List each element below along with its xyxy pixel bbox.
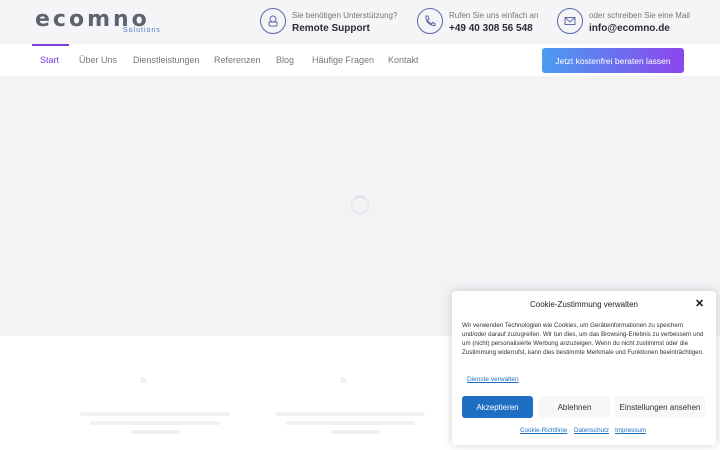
contact-support-label: Sie benötigen Unterstützung? bbox=[292, 11, 398, 20]
nav-item-ueber-uns[interactable]: Über Uns bbox=[79, 55, 117, 65]
contact-mail-label: oder schreiben Sie eine Mail bbox=[589, 11, 690, 20]
imprint-link[interactable]: Impressum bbox=[615, 427, 646, 434]
feature-text-placeholder bbox=[330, 430, 380, 434]
nav-item-blog[interactable]: Blog bbox=[276, 55, 294, 65]
nav-item-start[interactable]: Start bbox=[40, 55, 59, 65]
cookie-dialog-title: Cookie-Zustimmung verwalten bbox=[529, 300, 639, 309]
feature-text-placeholder bbox=[80, 412, 230, 416]
feature-text-placeholder bbox=[275, 412, 425, 416]
nav-item-kontakt[interactable]: Kontakt bbox=[388, 55, 419, 65]
logo-subtitle: Solutions bbox=[123, 27, 161, 34]
phone-icon bbox=[417, 8, 443, 34]
contact-phone[interactable]: Rufen Sie uns einfach an +49 40 308 56 5… bbox=[417, 8, 547, 38]
loading-spinner-icon bbox=[351, 196, 369, 214]
top-contact-bar: ecomno Solutions Sie benötigen Unterstüt… bbox=[0, 0, 720, 44]
contact-support-value[interactable]: Remote Support bbox=[292, 23, 370, 34]
privacy-link[interactable]: Datenschutz bbox=[574, 427, 609, 434]
support-icon bbox=[260, 8, 286, 34]
nav-item-dienstleistungen[interactable]: Dienstleistungen bbox=[133, 55, 200, 65]
feature-icon: ◔ bbox=[333, 366, 349, 396]
mail-icon bbox=[557, 8, 583, 34]
consultation-cta-button[interactable]: Jetzt kostenfrei beraten lassen bbox=[542, 48, 684, 73]
view-settings-button[interactable]: Einstellungen ansehen bbox=[615, 396, 705, 418]
nav-item-referenzen[interactable]: Referenzen bbox=[214, 55, 261, 65]
feature-text-placeholder bbox=[285, 421, 415, 425]
close-icon[interactable]: ✕ bbox=[695, 297, 704, 310]
contact-mail-value[interactable]: info@ecomno.de bbox=[589, 23, 670, 34]
cookie-policy-link[interactable]: Cookie-Richtlinie bbox=[520, 427, 567, 434]
contact-support[interactable]: Sie benötigen Unterstützung? Remote Supp… bbox=[260, 8, 410, 38]
contact-mail[interactable]: oder schreiben Sie eine Mail info@ecomno… bbox=[557, 8, 690, 38]
cookie-dialog-text: Wir verwenden Technologien wie Cookies, … bbox=[462, 322, 704, 356]
contact-phone-label: Rufen Sie uns einfach an bbox=[449, 11, 539, 20]
logo[interactable]: ecomno Solutions bbox=[35, 7, 191, 36]
nav-active-indicator bbox=[32, 44, 69, 46]
manage-services-link[interactable]: Dienste verwalten bbox=[467, 376, 519, 383]
feature-text-placeholder bbox=[90, 421, 220, 425]
nav-item-faq[interactable]: Häufige Fragen bbox=[312, 55, 374, 65]
feature-icon: ◔ bbox=[133, 366, 149, 396]
accept-button[interactable]: Akzeptieren bbox=[462, 396, 533, 418]
contact-phone-value[interactable]: +49 40 308 56 548 bbox=[449, 23, 533, 34]
feature-text-placeholder bbox=[130, 430, 180, 434]
deny-button[interactable]: Ablehnen bbox=[539, 396, 610, 418]
cookie-consent-dialog: Cookie-Zustimmung verwalten ✕ Wir verwen… bbox=[452, 291, 716, 445]
